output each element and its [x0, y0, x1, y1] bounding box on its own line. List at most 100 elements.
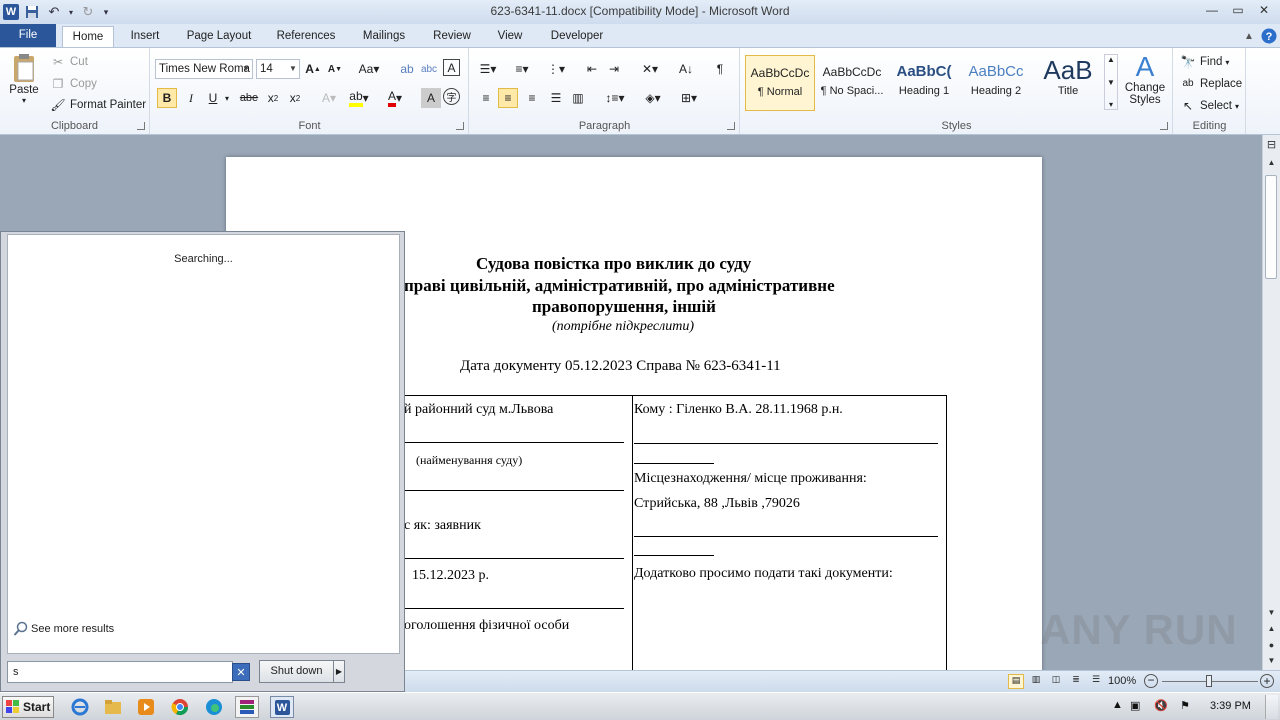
clear-formatting-icon[interactable]: ab [397, 59, 417, 79]
tab-mailings[interactable]: Mailings [354, 26, 414, 47]
replace-button[interactable]: ab Replace [1180, 76, 1242, 92]
enclose-characters-icon[interactable]: 字 [443, 88, 460, 105]
style-title[interactable]: AaB Title [1033, 55, 1103, 111]
web-layout-icon[interactable]: ◫ [1048, 674, 1064, 689]
maximize-icon[interactable]: ▭ [1226, 0, 1250, 20]
action-center-flag-icon[interactable]: ⚑ [1180, 699, 1190, 712]
sort-icon[interactable]: A↓ [676, 59, 696, 79]
draft-icon[interactable]: ☰ [1088, 674, 1104, 689]
align-left-icon[interactable]: ≡ [476, 88, 496, 108]
network-icon[interactable]: ▣ [1130, 699, 1140, 712]
character-border-icon[interactable]: A [443, 59, 460, 76]
grow-font-icon[interactable]: A ▲ [303, 59, 323, 79]
numbering-icon[interactable]: ≡▾ [510, 59, 534, 79]
style-no-spacing[interactable]: AaBbCcDc ¶ No Spaci... [817, 55, 887, 111]
file-explorer-icon[interactable] [101, 696, 125, 718]
ribbon-collapse-icon[interactable]: ▲ [1240, 27, 1258, 45]
tab-view[interactable]: View [490, 26, 530, 47]
underline-button[interactable]: U [203, 88, 223, 108]
shutdown-options-icon[interactable]: ▶ [333, 660, 345, 683]
next-page-icon[interactable]: ▼ [1263, 653, 1280, 669]
character-shading-icon[interactable]: A [421, 88, 441, 108]
clock-time[interactable]: 3:39 PM [1210, 700, 1251, 712]
strikethrough-button[interactable]: abe [239, 88, 259, 108]
start-button[interactable]: Start [2, 696, 54, 718]
find-button[interactable]: 🔭 Find ▾ [1180, 54, 1230, 70]
clear-search-icon[interactable]: ✕ [232, 663, 250, 681]
clipboard-launcher-icon[interactable] [137, 122, 145, 130]
shrink-font-icon[interactable]: A ▼ [325, 59, 345, 79]
superscript-button[interactable]: x2 [285, 88, 305, 108]
see-more-results-link[interactable]: See more results [13, 621, 114, 637]
line-spacing-icon[interactable]: ↕≡▾ [602, 88, 628, 108]
outline-icon[interactable]: ≣ [1068, 674, 1084, 689]
font-color-icon[interactable]: A ▾ [385, 88, 405, 108]
distributed-icon[interactable]: ▥ [568, 88, 588, 108]
asian-layout-icon[interactable]: ✕▾ [638, 59, 662, 79]
help-icon[interactable]: ? [1260, 27, 1278, 45]
justify-icon[interactable]: ☰ [546, 88, 566, 108]
style-heading-1[interactable]: AaBbC( Heading 1 [889, 55, 959, 111]
decrease-indent-icon[interactable]: ⇤ [582, 59, 602, 79]
shading-icon[interactable]: ◈▾ [640, 88, 666, 108]
zoom-in-icon[interactable]: + [1260, 674, 1274, 688]
chrome-icon[interactable] [168, 696, 192, 718]
media-player-icon[interactable] [134, 696, 158, 718]
scroll-down-icon[interactable]: ▼ [1263, 605, 1280, 621]
show-desktop-button[interactable] [1265, 695, 1278, 719]
print-layout-icon[interactable]: ▤ [1008, 674, 1024, 689]
winrar-icon[interactable] [235, 696, 259, 718]
start-search-input[interactable]: s [7, 661, 233, 683]
vertical-scrollbar[interactable]: ⊟ ▲ ▼ ▲ ● ▼ [1262, 135, 1280, 670]
paragraph-launcher-icon[interactable] [727, 122, 735, 130]
minimize-icon[interactable]: — [1200, 0, 1224, 20]
tab-insert[interactable]: Insert [122, 26, 168, 47]
format-painter-button[interactable]: 🖌 Format Painter [50, 97, 146, 113]
bold-button[interactable]: B [157, 88, 177, 108]
font-family-combo[interactable]: Times New Roma ▼ [155, 59, 253, 79]
bullets-icon[interactable]: ☰▾ [476, 59, 500, 79]
browse-object-icon[interactable]: ● [1263, 637, 1280, 653]
subscript-button[interactable]: x2 [263, 88, 283, 108]
change-styles-button[interactable]: A Change Styles [1121, 52, 1169, 107]
italic-button[interactable]: I [181, 88, 201, 108]
highlight-icon[interactable]: ab ▾ [349, 88, 369, 108]
change-case-icon[interactable]: Aa▾ [356, 59, 382, 79]
show-formatting-marks-icon[interactable]: ¶ [710, 59, 730, 79]
scroll-thumb[interactable] [1265, 175, 1277, 279]
volume-icon[interactable]: 🔇 [1154, 699, 1168, 712]
multilevel-list-icon[interactable]: ⋮▾ [544, 59, 568, 79]
tab-references[interactable]: References [270, 26, 342, 47]
align-right-icon[interactable]: ≡ [522, 88, 542, 108]
increase-indent-icon[interactable]: ⇥ [604, 59, 624, 79]
zoom-slider-thumb[interactable] [1206, 675, 1212, 687]
styles-scroll[interactable]: ▲ ▼ ▾ [1104, 54, 1118, 110]
style-normal[interactable]: AaBbCcDc ¶ Normal [745, 55, 815, 111]
word-taskbar-icon[interactable]: W [270, 696, 294, 718]
scroll-up-icon[interactable]: ▲ [1263, 155, 1280, 171]
underline-dropdown-icon[interactable]: ▾ [223, 88, 231, 108]
zoom-out-icon[interactable]: − [1144, 674, 1158, 688]
ruler-toggle-icon[interactable]: ⊟ [1263, 137, 1280, 153]
font-size-combo[interactable]: 14 ▼ [256, 59, 300, 79]
tab-file[interactable]: File [0, 24, 56, 47]
tab-developer[interactable]: Developer [542, 26, 612, 47]
edge-icon[interactable] [202, 696, 226, 718]
cut-button[interactable]: ✂ Cut [50, 54, 88, 70]
tab-home[interactable]: Home [62, 26, 114, 47]
copy-button[interactable]: ❐ Copy [50, 76, 97, 92]
close-icon[interactable]: ✕ [1252, 0, 1276, 20]
internet-explorer-icon[interactable] [68, 696, 92, 718]
paste-button[interactable]: Paste ▾ [6, 52, 42, 105]
full-screen-reading-icon[interactable]: ▥ [1028, 674, 1044, 689]
shutdown-button[interactable]: Shut down [259, 660, 334, 683]
previous-page-icon[interactable]: ▲ [1263, 621, 1280, 637]
tab-review[interactable]: Review [426, 26, 478, 47]
text-effects-icon[interactable]: A▾ [319, 88, 339, 108]
phonetic-guide-icon[interactable]: abc [419, 59, 439, 79]
select-button[interactable]: ↖ Select ▾ [1180, 98, 1239, 114]
align-center-icon[interactable]: ≡ [498, 88, 518, 108]
styles-launcher-icon[interactable] [1160, 122, 1168, 130]
font-launcher-icon[interactable] [456, 122, 464, 130]
borders-icon[interactable]: ⊞▾ [676, 88, 702, 108]
